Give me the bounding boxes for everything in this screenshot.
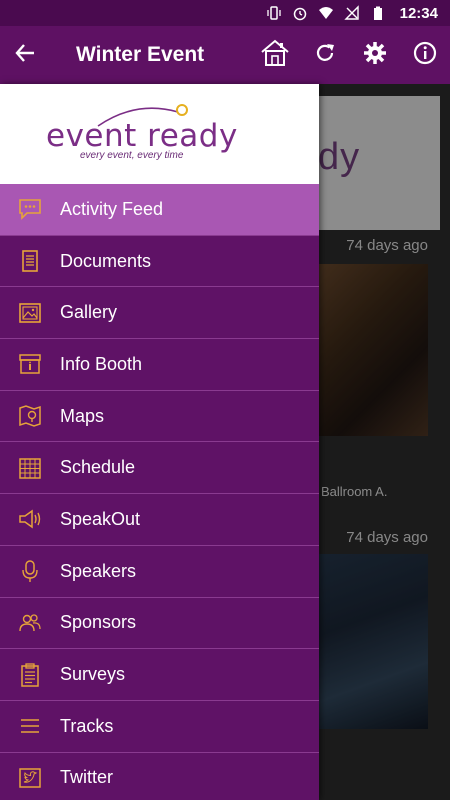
menu-item-activity-feed[interactable]: Activity Feed — [0, 184, 319, 236]
refresh-icon — [314, 42, 336, 69]
navigation-drawer: event ready every event, every time Acti… — [0, 84, 319, 800]
menu-item-label: Tracks — [60, 715, 114, 736]
home-button[interactable] — [250, 26, 300, 84]
alarm-icon — [292, 5, 308, 21]
menu-item-speakers[interactable]: Speakers — [0, 546, 319, 598]
menu-item-label: Activity Feed — [60, 198, 164, 219]
battery-icon — [370, 5, 386, 21]
info-booth-icon — [0, 339, 60, 390]
app-bar: Winter Event — [0, 26, 450, 84]
settings-button[interactable] — [350, 26, 400, 84]
info-button[interactable] — [400, 26, 450, 84]
menu-item-info-booth[interactable]: Info Booth — [0, 339, 319, 391]
list-icon — [0, 701, 60, 752]
document-icon — [0, 236, 60, 287]
drawer-menu: Activity Feed Documents Gallery Info Boo… — [0, 184, 319, 800]
map-icon — [0, 391, 60, 442]
menu-item-label: Schedule — [60, 457, 136, 478]
menu-item-label: Documents — [60, 250, 152, 271]
vibrate-icon — [266, 5, 282, 21]
menu-item-maps[interactable]: Maps — [0, 391, 319, 443]
event-logo: event ready every event, every time — [0, 84, 319, 184]
refresh-button[interactable] — [300, 26, 350, 84]
menu-item-surveys[interactable]: Surveys — [0, 649, 319, 701]
chat-icon — [0, 184, 60, 235]
menu-item-label: Surveys — [60, 664, 126, 685]
menu-item-label: SpeakOut — [60, 508, 141, 529]
clipboard-icon — [0, 649, 60, 700]
menu-item-documents[interactable]: Documents — [0, 236, 319, 288]
image-icon — [0, 287, 60, 338]
menu-item-gallery[interactable]: Gallery — [0, 287, 319, 340]
back-button[interactable] — [0, 26, 50, 84]
menu-item-schedule[interactable]: Schedule — [0, 442, 319, 495]
menu-item-label: Maps — [60, 405, 105, 426]
home-icon — [260, 39, 290, 72]
clock: 12:34 — [399, 4, 438, 22]
status-bar: 12:34 — [0, 0, 450, 26]
menu-item-label: Twitter — [60, 767, 114, 788]
menu-item-twitter[interactable]: Twitter — [0, 753, 319, 800]
calendar-icon — [0, 442, 60, 493]
menu-item-label: Speakers — [60, 560, 137, 581]
megaphone-icon — [0, 494, 60, 545]
info-icon — [413, 41, 437, 70]
logo-wordmark: event ready — [46, 118, 238, 154]
menu-item-label: Info Booth — [60, 353, 143, 374]
people-icon — [0, 597, 60, 648]
arrow-back-icon — [14, 42, 36, 69]
menu-item-speakout[interactable]: SpeakOut — [0, 494, 319, 546]
wifi-icon — [318, 5, 334, 21]
microphone-icon — [0, 546, 60, 597]
twitter-icon — [0, 752, 60, 800]
app-title: Winter Event — [76, 43, 205, 66]
menu-item-tracks[interactable]: Tracks — [0, 701, 319, 753]
menu-item-sponsors[interactable]: Sponsors — [0, 598, 319, 650]
menu-item-label: Sponsors — [60, 612, 137, 633]
menu-item-label: Gallery — [60, 302, 118, 323]
settings-icon — [363, 41, 387, 70]
signal-icon — [343, 5, 360, 21]
logo-tagline: every event, every time — [80, 150, 184, 161]
